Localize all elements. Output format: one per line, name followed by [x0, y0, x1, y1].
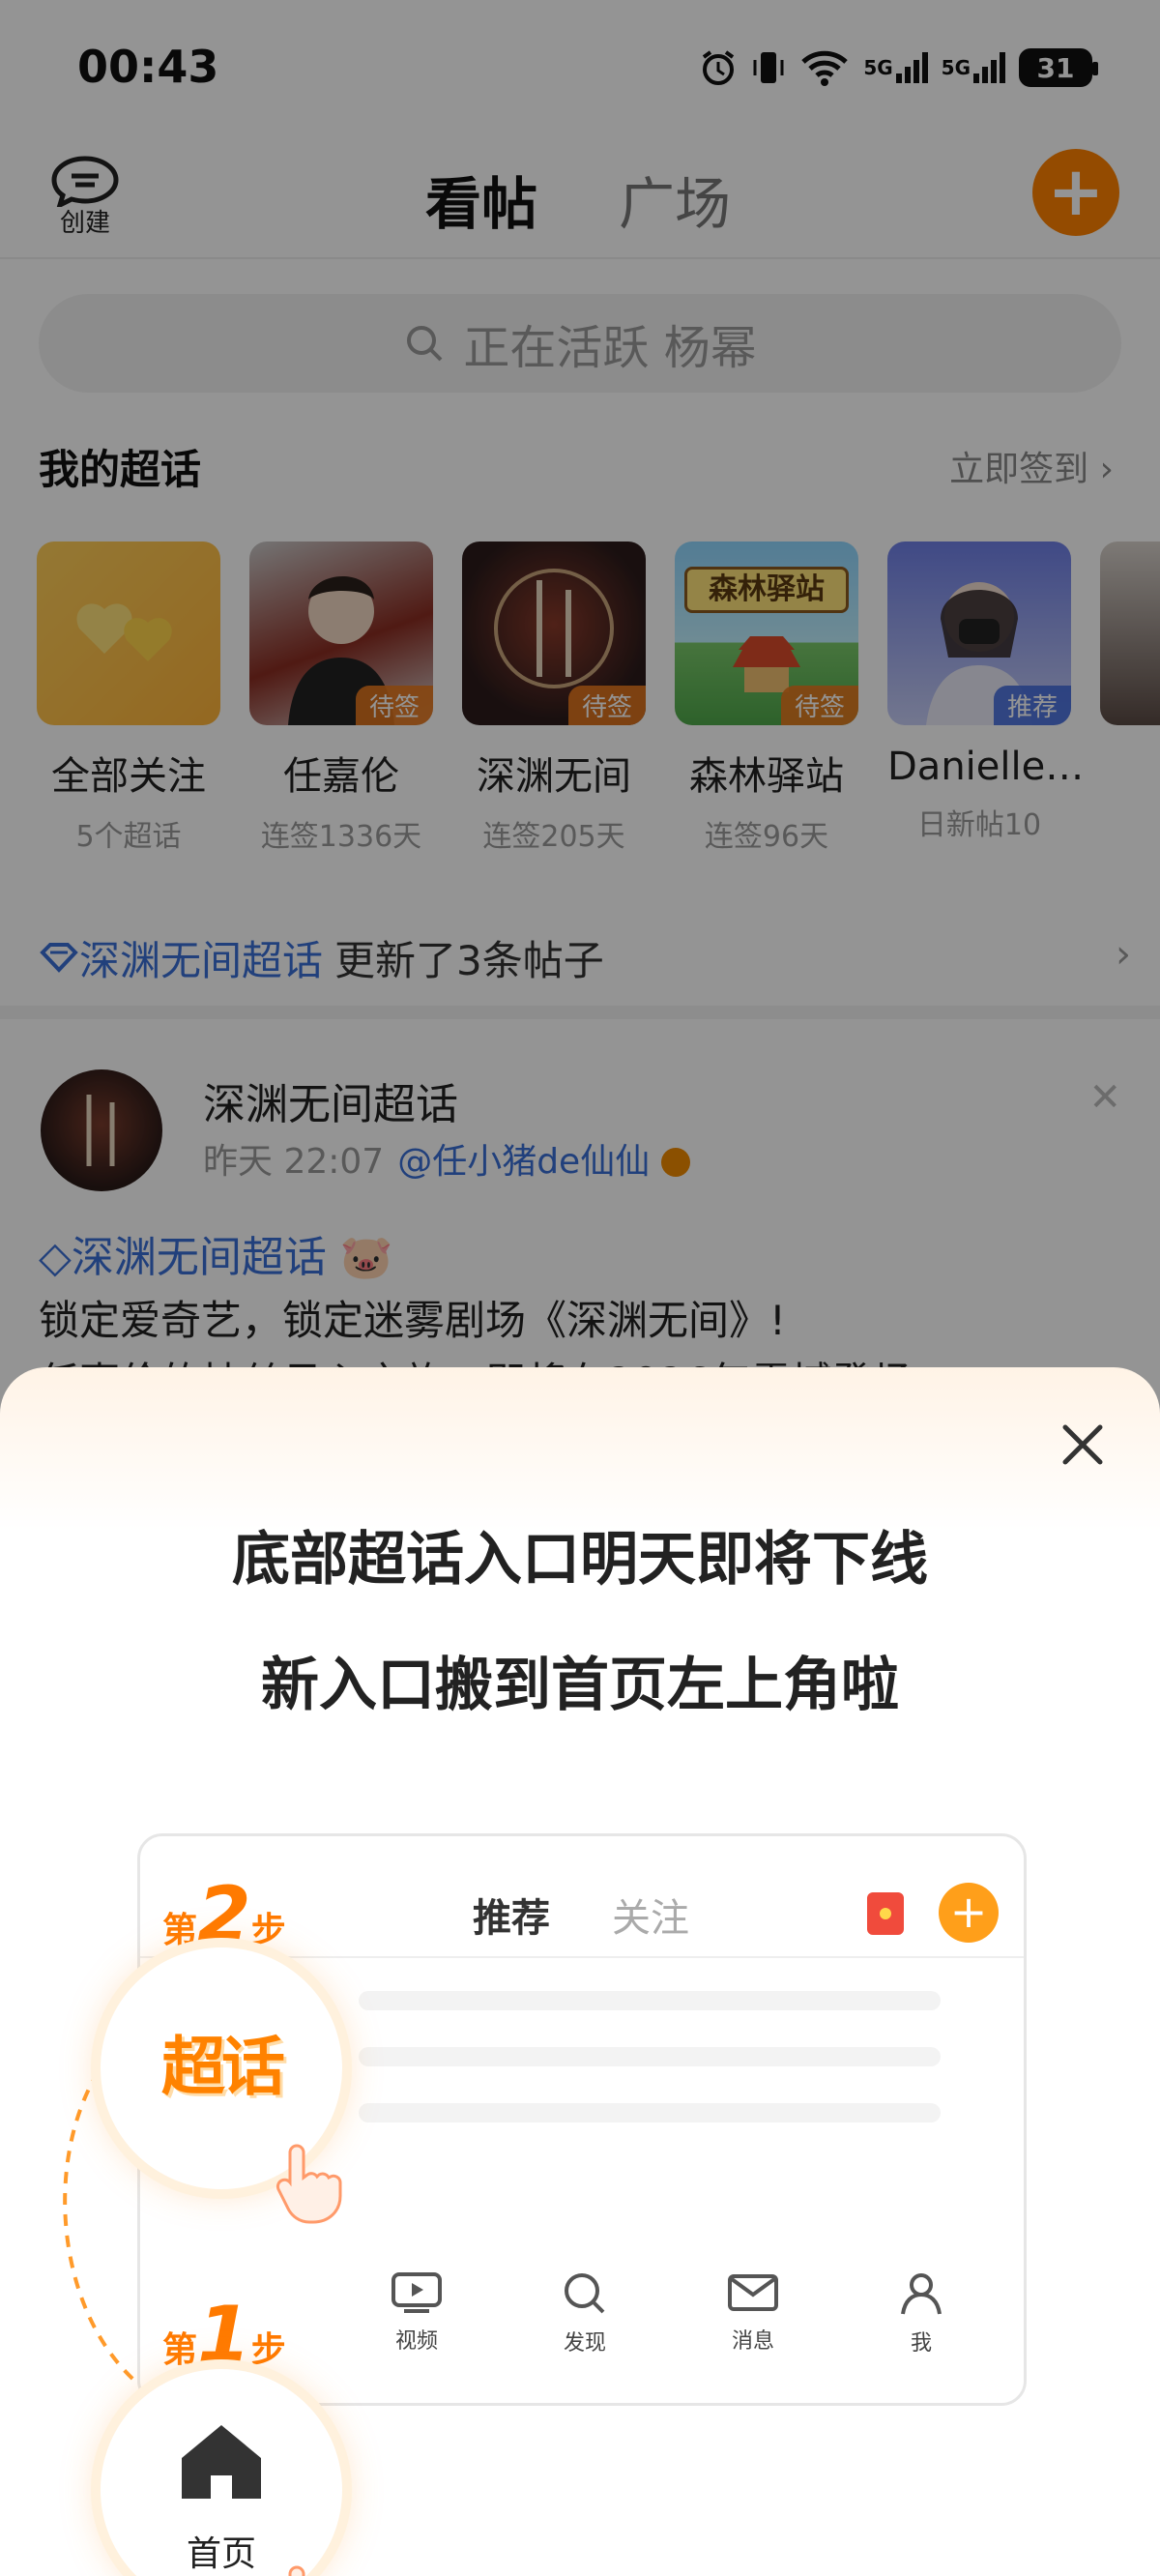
- step1-prefix: 第: [162, 2330, 198, 2370]
- sheet-title: 底部超话入口明天即将下线: [232, 1526, 928, 1594]
- announcement-sheet: 底部超话入口明天即将下线 新入口搬到首页左上角啦 推荐 关注 + 视频 发现 消…: [0, 1367, 1160, 2576]
- subtitle-suffix: 啦: [841, 1652, 899, 1719]
- step1-label: 第1步: [162, 2290, 286, 2380]
- mock-plus-icon: +: [939, 1883, 999, 1943]
- mail-icon: [728, 2274, 778, 2311]
- person-icon: [901, 2273, 942, 2315]
- tap-hand-icon: [288, 2565, 305, 2576]
- super-topic-logo: 超话: [161, 2030, 285, 2104]
- step2-suffix: 步: [250, 1911, 286, 1950]
- subtitle-highlight: 首页左上角: [551, 1638, 841, 1722]
- mock-tab-follow: 关注: [612, 1896, 689, 1941]
- sheet-subtitle: 新入口搬到首页左上角啦: [0, 1638, 1160, 1722]
- placeholder-line: [359, 2103, 941, 2122]
- close-icon: [1062, 1424, 1103, 1465]
- tap-hand-icon: [276, 2144, 342, 2224]
- video-icon: [392, 2272, 442, 2313]
- home-icon: [182, 2425, 261, 2499]
- step1-suffix: 步: [250, 2330, 286, 2370]
- mock-tab-recommend: 推荐: [473, 1887, 550, 1943]
- mock-nav-label: 消息: [731, 2329, 774, 2354]
- step2-prefix: 第: [162, 1911, 198, 1950]
- mock-nav-label: 视频: [394, 2329, 438, 2354]
- mock-nav-messages: 消息: [705, 2271, 801, 2355]
- step1-number: 1: [197, 2290, 251, 2380]
- placeholder-line: [359, 2047, 941, 2066]
- subtitle-prefix: 新入口搬到: [261, 1652, 551, 1719]
- mock-nav-label: 我: [910, 2331, 932, 2356]
- placeholder-line: [359, 1991, 941, 2010]
- mock-nav-me: 我: [873, 2271, 970, 2356]
- red-packet-icon: [867, 1892, 904, 1935]
- subtitle-highlight-text: 首页左上角: [551, 1652, 841, 1719]
- mock-nav-discover: 发现: [536, 2271, 633, 2356]
- close-button[interactable]: [1054, 1416, 1112, 1474]
- mock-nav-video: 视频: [368, 2271, 465, 2355]
- search-icon: [565, 2273, 605, 2314]
- mock-nav-label: 发现: [563, 2331, 606, 2356]
